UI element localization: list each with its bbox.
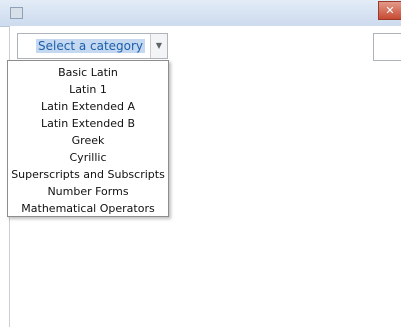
dropdown-option-superscripts-subscripts[interactable]: Superscripts and Subscripts	[8, 166, 168, 183]
category-combobox[interactable]: Select a category ▼	[17, 33, 168, 59]
close-button[interactable]: ✕	[378, 1, 401, 20]
app-window: ✕ Select a category ▼ Basic Latin Latin …	[0, 0, 401, 327]
category-selected-value: Select a category	[36, 39, 146, 53]
dropdown-option-latin-extended-b[interactable]: Latin Extended B	[8, 115, 168, 132]
combo-dropdown-button[interactable]: ▼	[150, 34, 167, 58]
dropdown-option-cyrillic[interactable]: Cyrillic	[8, 149, 168, 166]
chevron-down-icon: ▼	[155, 41, 163, 50]
dropdown-option-basic-latin[interactable]: Basic Latin	[8, 64, 168, 81]
app-icon	[10, 7, 23, 19]
close-icon: ✕	[385, 4, 395, 17]
dropdown-option-greek[interactable]: Greek	[8, 132, 168, 149]
category-dropdown-list[interactable]: Basic Latin Latin 1 Latin Extended A Lat…	[7, 60, 169, 217]
dropdown-option-latin-1[interactable]: Latin 1	[8, 81, 168, 98]
title-bar[interactable]: ✕	[0, 0, 401, 27]
dropdown-option-number-forms[interactable]: Number Forms	[8, 183, 168, 200]
dropdown-option-mathematical-operators[interactable]: Mathematical Operators	[8, 200, 168, 217]
dropdown-option-latin-extended-a[interactable]: Latin Extended A	[8, 98, 168, 115]
secondary-input-box[interactable]	[373, 33, 401, 61]
